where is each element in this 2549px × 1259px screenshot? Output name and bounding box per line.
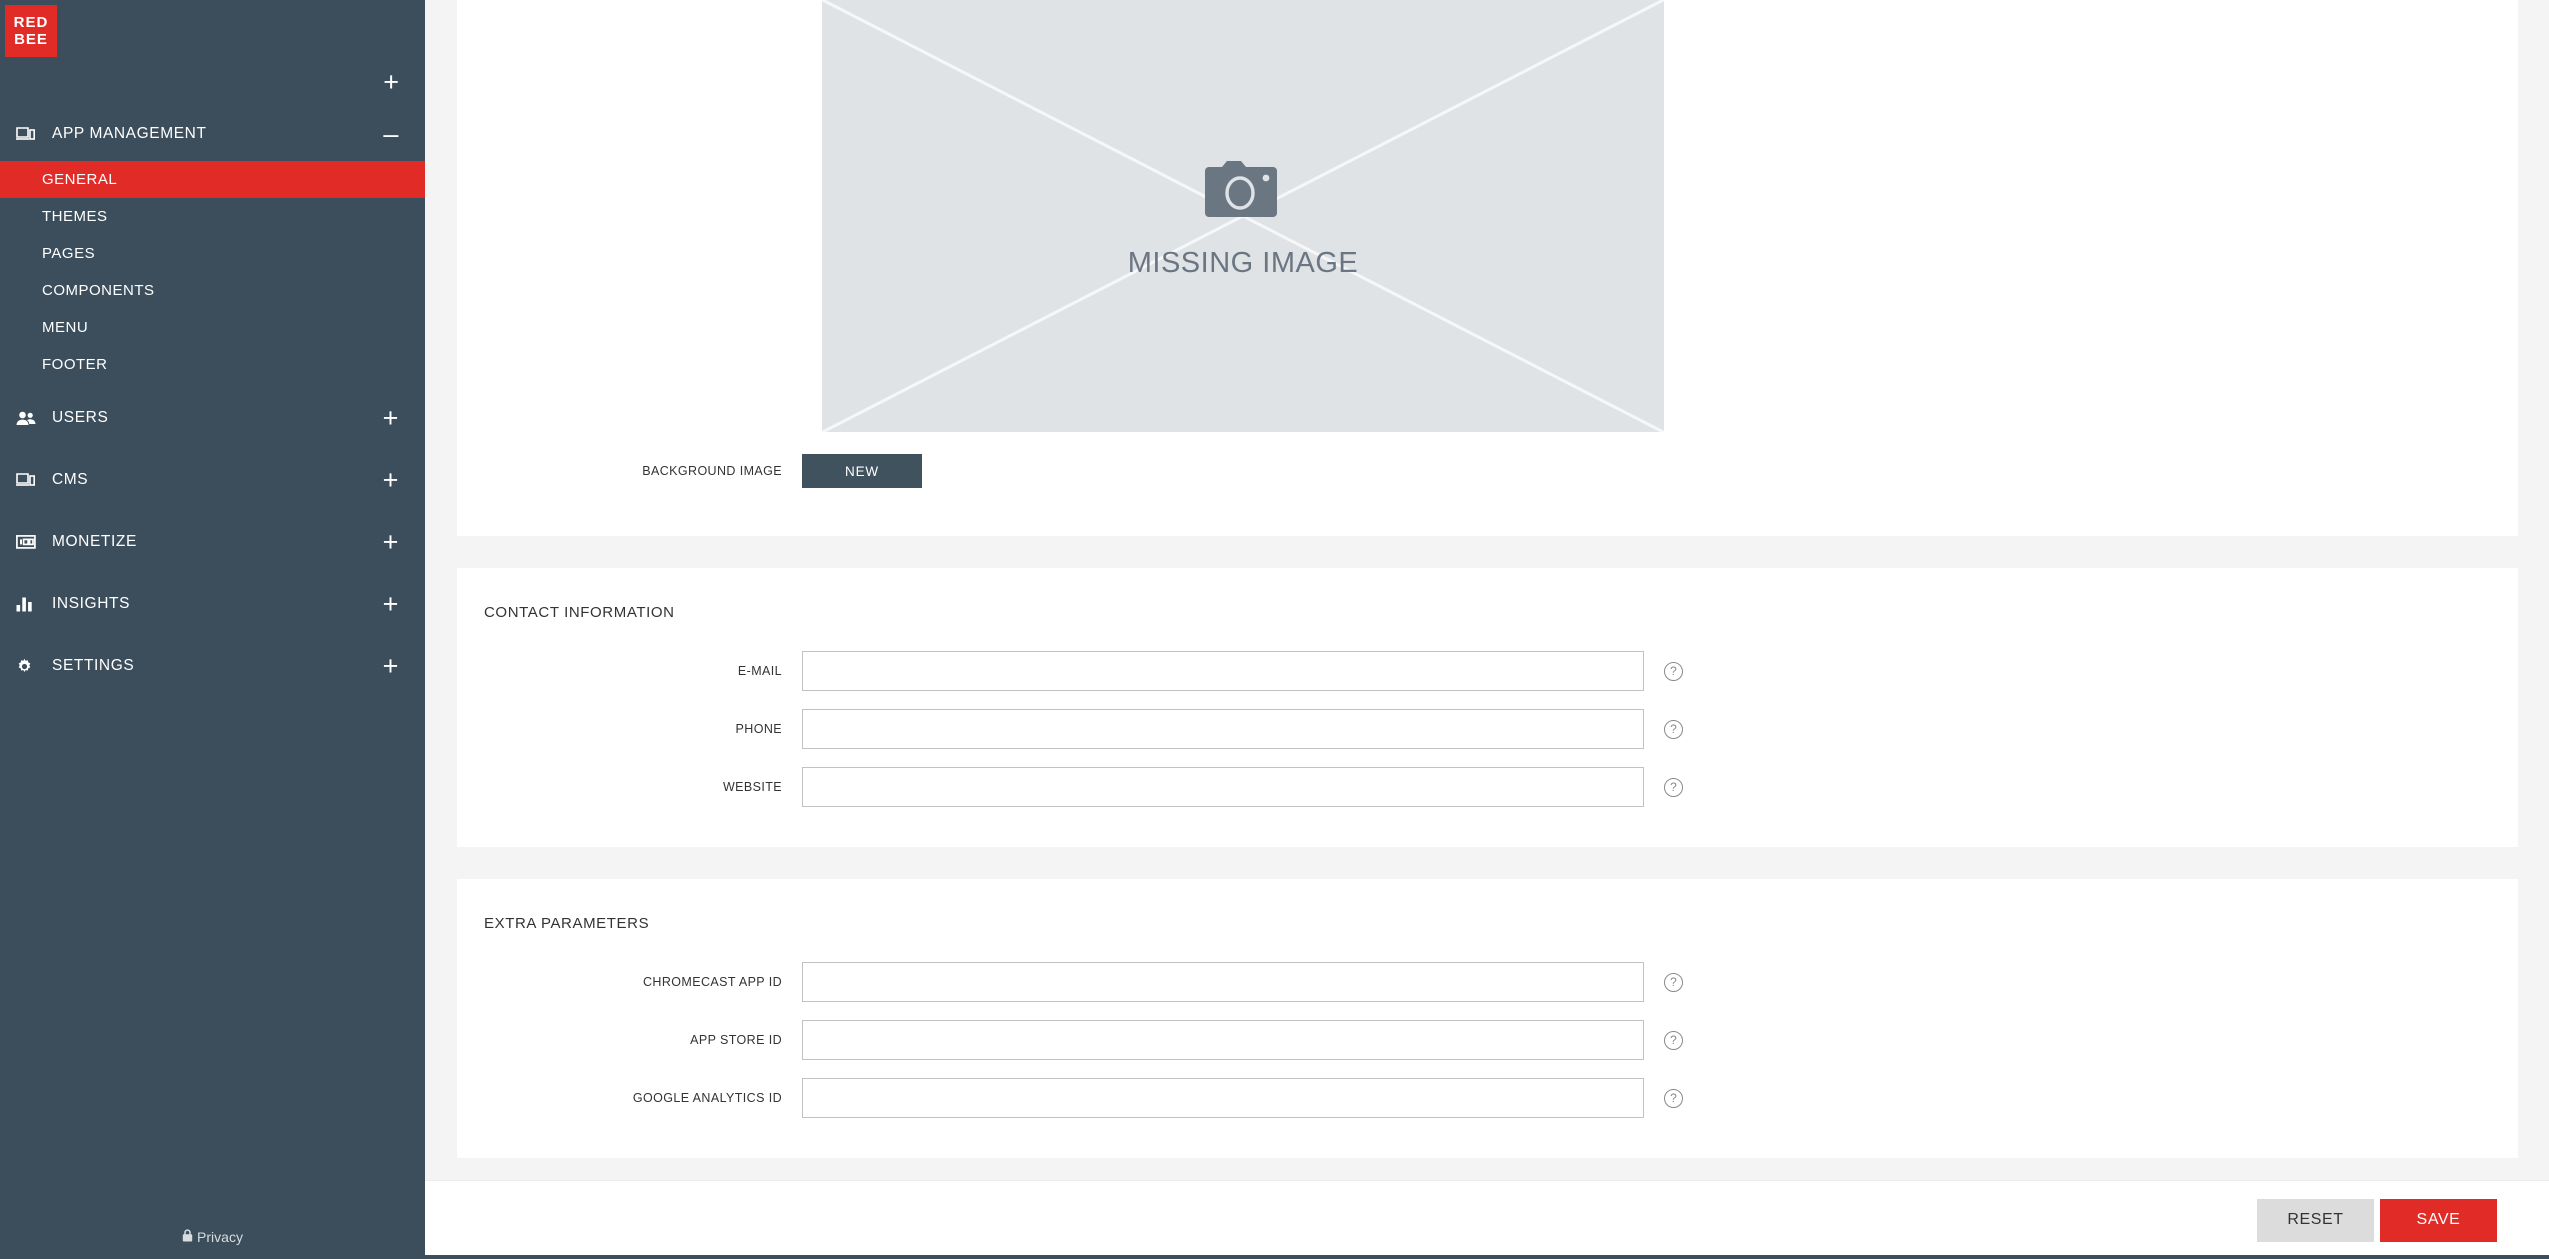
sidebar-item-cms[interactable]: CMS + bbox=[0, 453, 425, 507]
phone-label: PHONE bbox=[735, 722, 782, 736]
privacy-link[interactable]: Privacy bbox=[0, 1215, 425, 1259]
help-icon[interactable]: ? bbox=[1664, 972, 1683, 992]
app-store-id-label: APP STORE ID bbox=[690, 1033, 782, 1047]
contact-information-title: CONTACT INFORMATION bbox=[484, 604, 675, 621]
devices-icon bbox=[16, 126, 44, 142]
collapse-icon[interactable]: – bbox=[383, 121, 399, 148]
sidebar-item-label: APP MANAGEMENT bbox=[52, 125, 207, 142]
missing-image-text: MISSING IMAGE bbox=[1127, 246, 1359, 279]
devices-icon bbox=[16, 472, 44, 488]
chromecast-app-id-label: CHROMECAST APP ID bbox=[642, 975, 782, 989]
google-analytics-id-field[interactable] bbox=[802, 1078, 1644, 1118]
field-row-email: E-MAIL ? bbox=[457, 651, 2518, 691]
add-icon[interactable]: + bbox=[383, 68, 399, 96]
sidebar-child-label: PAGES bbox=[42, 245, 96, 262]
sidebar-item-settings[interactable]: SETTINGS + bbox=[0, 639, 425, 693]
logo-wrap: RED BEE bbox=[0, 0, 425, 57]
reset-button[interactable]: RESET bbox=[2257, 1198, 2374, 1242]
help-icon[interactable]: ? bbox=[1664, 1030, 1683, 1050]
google-analytics-id-label: GOOGLE ANALYTICS ID bbox=[632, 1091, 782, 1105]
gear-icon bbox=[16, 658, 44, 675]
sidebar-child-label: THEMES bbox=[42, 208, 108, 225]
app-root: RED BEE + APP MANAGEMENT – GENERAL THEME… bbox=[0, 0, 2549, 1259]
sidebar-item-general[interactable]: GENERAL bbox=[0, 161, 425, 198]
sidebar-child-label: COMPONENTS bbox=[42, 282, 155, 299]
sidebar-item-menu[interactable]: MENU bbox=[0, 309, 425, 346]
sidebar-item-pages[interactable]: PAGES bbox=[0, 235, 425, 272]
sidebar-child-label: MENU bbox=[42, 319, 89, 336]
bar-chart-icon bbox=[16, 597, 44, 612]
field-row-google-analytics-id: GOOGLE ANALYTICS ID ? bbox=[457, 1078, 2518, 1118]
sidebar-child-label: GENERAL bbox=[42, 171, 118, 188]
lock-icon bbox=[182, 1229, 193, 1245]
card-gap bbox=[457, 1158, 2518, 1180]
sidebar-item-themes[interactable]: THEMES bbox=[0, 198, 425, 235]
new-background-image-button[interactable]: NEW bbox=[802, 454, 922, 488]
sidebar-item-footer[interactable]: FOOTER bbox=[0, 346, 425, 383]
expand-icon[interactable]: + bbox=[383, 590, 399, 618]
action-bar: RESET SAVE bbox=[425, 1180, 2549, 1259]
field-row-website: WEBSITE ? bbox=[457, 767, 2518, 807]
scroll-area[interactable]: MISSING IMAGE BACKGROUND IMAGE NEW CONTA… bbox=[425, 0, 2549, 1180]
background-image-preview[interactable]: MISSING IMAGE bbox=[822, 0, 1664, 432]
help-icon[interactable]: ? bbox=[1664, 661, 1683, 681]
website-field[interactable] bbox=[802, 767, 1644, 807]
expand-icon[interactable]: + bbox=[383, 404, 399, 432]
background-image-label: BACKGROUND IMAGE bbox=[642, 464, 782, 478]
extra-parameters-card: EXTRA PARAMETERS CHROMECAST APP ID ? APP… bbox=[457, 879, 2518, 1158]
field-row-app-store-id: APP STORE ID ? bbox=[457, 1020, 2518, 1060]
sidebar-item-label: USERS bbox=[52, 409, 109, 426]
bottom-strip bbox=[425, 1255, 2549, 1259]
save-button[interactable]: SAVE bbox=[2380, 1198, 2497, 1242]
sidebar-item-label: CMS bbox=[52, 471, 89, 488]
sidebar-item-app-management[interactable]: APP MANAGEMENT – bbox=[0, 107, 425, 161]
app-store-id-field[interactable] bbox=[802, 1020, 1644, 1060]
sidebar-item-label: MONETIZE bbox=[52, 533, 137, 550]
email-label: E-MAIL bbox=[737, 664, 782, 678]
phone-field[interactable] bbox=[802, 709, 1644, 749]
sidebar-item-monetize[interactable]: MONETIZE + bbox=[0, 515, 425, 569]
background-image-field-row: BACKGROUND IMAGE NEW bbox=[457, 454, 2518, 488]
money-icon bbox=[16, 535, 44, 549]
website-label: WEBSITE bbox=[722, 780, 782, 794]
help-icon[interactable]: ? bbox=[1664, 777, 1683, 797]
people-icon bbox=[16, 411, 44, 426]
email-field[interactable] bbox=[802, 651, 1644, 691]
help-icon[interactable]: ? bbox=[1664, 1088, 1683, 1108]
help-icon[interactable]: ? bbox=[1664, 719, 1683, 739]
main-content: MISSING IMAGE BACKGROUND IMAGE NEW CONTA… bbox=[425, 0, 2549, 1259]
contact-information-card: CONTACT INFORMATION E-MAIL ? PHONE ? WEB… bbox=[457, 568, 2518, 847]
expand-icon[interactable]: + bbox=[383, 528, 399, 556]
chromecast-app-id-field[interactable] bbox=[802, 962, 1644, 1002]
field-row-phone: PHONE ? bbox=[457, 709, 2518, 749]
redbee-logo[interactable]: RED BEE bbox=[5, 5, 57, 57]
card-gap bbox=[457, 536, 2518, 568]
sidebar-child-label: FOOTER bbox=[42, 356, 108, 373]
sidebar-item-insights[interactable]: INSIGHTS + bbox=[0, 577, 425, 631]
sidebar-item-users[interactable]: USERS + bbox=[0, 391, 425, 445]
expand-icon[interactable]: + bbox=[383, 652, 399, 680]
camera-icon bbox=[1203, 153, 1283, 221]
expand-icon[interactable]: + bbox=[383, 466, 399, 494]
logo-line-1: RED bbox=[13, 14, 49, 31]
nav-group-app-management: APP MANAGEMENT – GENERAL THEMES PAGES CO… bbox=[0, 107, 425, 383]
field-row-chromecast-app-id: CHROMECAST APP ID ? bbox=[457, 962, 2518, 1002]
sidebar-item-label: INSIGHTS bbox=[52, 595, 131, 612]
background-image-card: MISSING IMAGE BACKGROUND IMAGE NEW bbox=[457, 0, 2518, 536]
sidebar-item-label: SETTINGS bbox=[52, 657, 135, 674]
extra-parameters-title: EXTRA PARAMETERS bbox=[484, 915, 650, 932]
card-gap bbox=[457, 847, 2518, 879]
sidebar-add-row: + bbox=[0, 57, 425, 107]
logo-line-2: BEE bbox=[14, 31, 48, 48]
sidebar: RED BEE + APP MANAGEMENT – GENERAL THEME… bbox=[0, 0, 425, 1259]
sidebar-item-components[interactable]: COMPONENTS bbox=[0, 272, 425, 309]
privacy-label: Privacy bbox=[197, 1229, 243, 1245]
